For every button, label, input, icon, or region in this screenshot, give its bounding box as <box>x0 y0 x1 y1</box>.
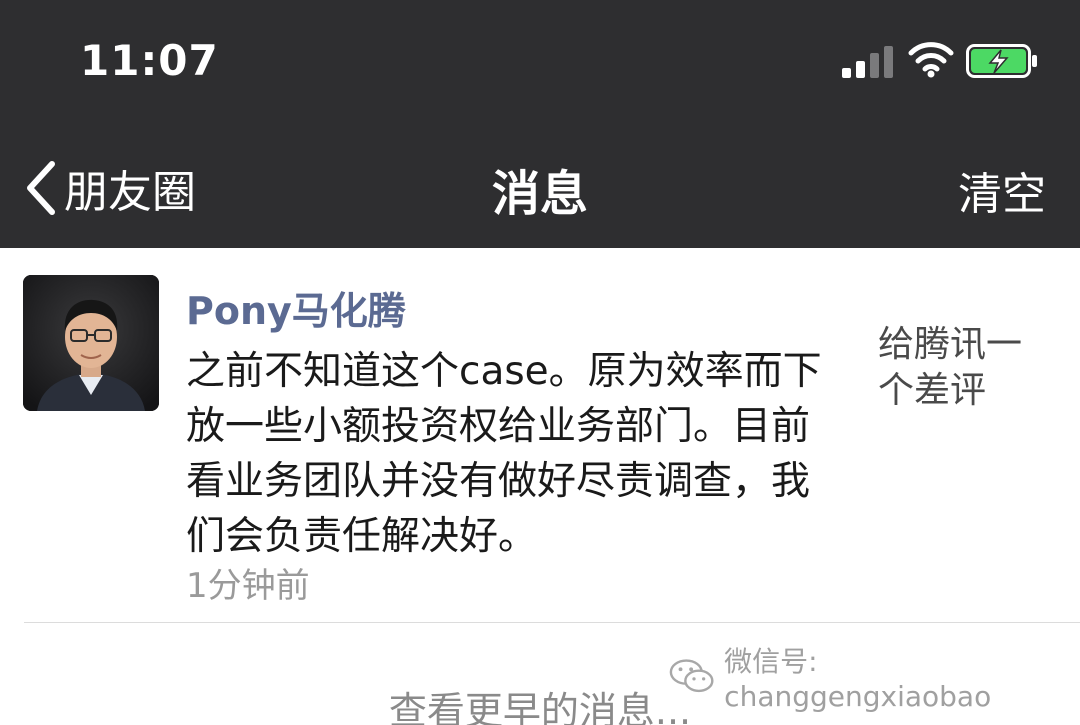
messages-screen: 11:07 朋友圈 消息 清空 Pony马化腾 之前不知道这个case。原为效率… <box>0 0 1080 725</box>
chevron-left-icon <box>27 161 55 215</box>
divider <box>24 622 1080 623</box>
signal-icon <box>842 46 893 78</box>
back-button[interactable]: 朋友圈 <box>22 156 196 220</box>
message-list-item[interactable]: Pony马化腾 之前不知道这个case。原为效率而下放一些小额投资权给业务部门。… <box>0 248 1080 622</box>
wifi-icon <box>908 42 954 78</box>
view-earlier-messages-button[interactable]: 查看更早的消息... <box>0 680 1080 725</box>
clear-button[interactable]: 清空 <box>958 158 1046 222</box>
sender-name[interactable]: Pony马化腾 <box>186 280 406 335</box>
message-timestamp: 1分钟前 <box>186 566 310 606</box>
status-time: 11:07 <box>80 36 219 85</box>
battery-charging-icon <box>966 44 1037 78</box>
avatar[interactable] <box>23 275 159 411</box>
header: 11:07 朋友圈 消息 清空 <box>0 0 1080 248</box>
back-button-label: 朋友圈 <box>64 167 196 218</box>
post-preview-text[interactable]: 给腾讯一个差评 <box>878 322 1048 414</box>
avatar-portrait-image <box>23 275 159 411</box>
message-text: 之前不知道这个case。原为效率而下放一些小额投资权给业务部门。目前看业务团队并… <box>186 349 822 559</box>
